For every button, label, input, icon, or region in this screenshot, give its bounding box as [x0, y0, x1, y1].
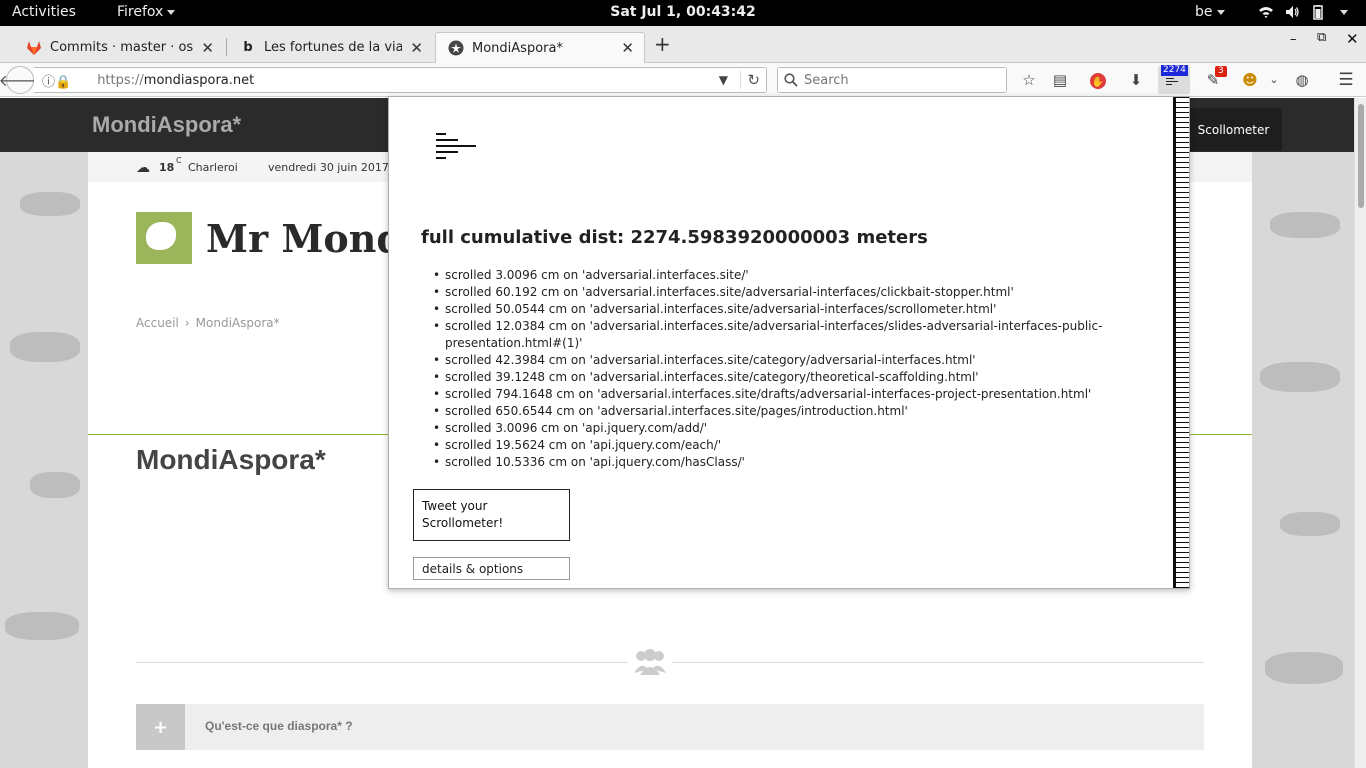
tab-mondiaspora[interactable]: MondiAspora* ✕ — [435, 32, 645, 63]
tab-strip: Commits · master · osp / ✕ b Les fortune… — [0, 26, 1366, 63]
chevron-down-icon — [1216, 9, 1225, 15]
breadcrumb-current: MondiAspora* — [195, 316, 280, 330]
tab-title: Les fortunes de la viande — [264, 40, 403, 55]
hamburger-menu-icon[interactable]: ☰ — [1336, 71, 1356, 91]
list-item: scrolled 10.5336 cm on 'api.jquery.com/h… — [433, 454, 1113, 469]
cumulative-distance-title: full cumulative dist: 2274.5983920000003… — [421, 227, 928, 248]
faq-question[interactable]: Qu'est-ce que diaspora* ? — [205, 719, 353, 733]
site-info-icon[interactable]: ⓘ🔒 — [42, 71, 71, 90]
scrollbar-thumb[interactable] — [1358, 104, 1364, 208]
tab-title: Commits · master · osp / — [50, 40, 194, 55]
app-menu[interactable]: Firefox — [117, 4, 176, 20]
keyboard-layout-menu[interactable]: be — [1195, 4, 1225, 20]
scrollometer-logo-icon — [436, 133, 480, 163]
breadcrumb: Accueil › MondiAspora* — [136, 316, 280, 330]
reload-icon[interactable]: ↻ — [740, 71, 760, 89]
search-input[interactable] — [804, 72, 994, 88]
diaspora-icon — [448, 40, 464, 56]
url-bar[interactable]: ⓘ🔒 https://mondiaspora.net ▼ ↻ — [34, 67, 767, 93]
search-icon — [784, 73, 798, 87]
wifi-icon — [1259, 7, 1273, 18]
logo-mark — [136, 212, 192, 264]
navigation-toolbar: 🡐 ⓘ🔒 https://mondiaspora.net ▼ ↻ ☆ ▤ ✋ ⬇… — [0, 63, 1366, 97]
list-item: scrolled 39.1248 cm on 'adversarial.inte… — [433, 369, 1113, 386]
details-options-button[interactable]: details & options — [413, 557, 570, 580]
minimize-icon[interactable]: – — [1290, 32, 1297, 47]
close-tab-icon[interactable]: ✕ — [201, 39, 214, 57]
scrollometer-button[interactable]: 2274 — [1158, 65, 1190, 94]
gitlab-icon — [27, 40, 41, 55]
tab-separator — [226, 38, 227, 56]
page-scrollbar[interactable] — [1354, 98, 1366, 768]
tooltip: Scollometer — [1185, 108, 1282, 151]
scrollometer-badge: 2274 — [1161, 65, 1188, 76]
faq-accordion-item[interactable]: + Qu'est-ce que diaspora* ? — [136, 704, 1204, 750]
close-tab-icon[interactable]: ✕ — [621, 39, 634, 57]
clock[interactable]: Sat Jul 1, 00:43:42 — [0, 4, 1366, 20]
date-text: vendredi 30 juin 2017, 2 — [268, 161, 403, 174]
list-item: scrolled 60.192 cm on 'adversarial.inter… — [433, 284, 1113, 301]
activities-button[interactable]: Activities — [12, 4, 76, 20]
chevron-down-icon — [167, 9, 176, 15]
chevron-down-icon[interactable]: ⌄ — [1264, 71, 1284, 91]
privacy-badger-icon[interactable]: ◍ — [1292, 71, 1312, 91]
scrollometer-icon — [1166, 78, 1178, 87]
app-menu-label: Firefox — [117, 4, 164, 20]
list-item: scrolled 42.3984 cm on 'adversarial.inte… — [433, 352, 1113, 369]
url-dropdown-icon[interactable]: ▼ — [719, 73, 728, 87]
ruler-scale — [1173, 97, 1189, 588]
tab-title: MondiAspora* — [472, 40, 563, 56]
site-brand[interactable]: MondiAspora* — [92, 112, 241, 138]
back-button[interactable]: 🡐 — [0, 66, 41, 94]
scroll-history-list[interactable]: scrolled 3.0096 cm on 'adversarial.inter… — [433, 267, 1113, 469]
tab-gitlab-commits[interactable]: Commits · master · osp / ✕ — [14, 32, 224, 63]
cloud-icon: ☁ — [136, 160, 150, 176]
list-item: scrolled 794.1648 cm on 'adversarial.int… — [433, 386, 1113, 403]
bookmark-star-icon[interactable]: ☆ — [1019, 71, 1039, 91]
close-window-icon[interactable]: ✕ — [1346, 30, 1359, 48]
url-host: mondiaspora.net — [143, 72, 255, 88]
volume-icon — [1286, 6, 1299, 18]
weather-city: Charleroi — [188, 161, 238, 174]
adblock-icon[interactable]: ✋ — [1088, 71, 1108, 91]
download-icon[interactable]: ⬇ — [1126, 71, 1146, 91]
chevron-down-icon — [1340, 9, 1348, 15]
users-icon — [628, 642, 672, 682]
reading-list-icon[interactable]: ▤ — [1050, 71, 1070, 91]
system-top-bar: Activities Firefox Sat Jul 1, 00:43:42 b… — [0, 0, 1366, 26]
weather-unit: C — [176, 156, 182, 165]
list-item: scrolled 3.0096 cm on 'api.jquery.com/ad… — [433, 420, 1113, 437]
svg-text:✋: ✋ — [1092, 75, 1104, 88]
breadcrumb-separator: › — [184, 316, 190, 330]
keyboard-layout-label: be — [1195, 4, 1213, 20]
notification-badge: 3 — [1215, 66, 1227, 77]
battery-icon — [1313, 5, 1323, 20]
list-item: scrolled 12.0384 cm on 'adversarial.inte… — [433, 318, 1113, 352]
list-item: scrolled 650.6544 cm on 'adversarial.int… — [433, 403, 1113, 420]
expand-plus-icon[interactable]: + — [136, 704, 185, 750]
tab-fortunes-viande[interactable]: b Les fortunes de la viande ✕ — [228, 32, 433, 63]
system-status-area[interactable] — [1258, 4, 1348, 20]
maximize-icon[interactable]: ⧉ — [1317, 30, 1326, 45]
new-tab-icon[interactable]: + — [654, 32, 671, 56]
close-tab-icon[interactable]: ✕ — [410, 39, 423, 57]
list-item: scrolled 3.0096 cm on 'adversarial.inter… — [433, 267, 1113, 284]
list-item: scrolled 19.5624 cm on 'api.jquery.com/e… — [433, 437, 1113, 454]
breadcrumb-home[interactable]: Accueil — [136, 316, 179, 330]
search-box[interactable] — [777, 67, 1007, 93]
greasemonkey-icon[interactable]: ☻ — [1240, 71, 1260, 91]
tab-favicon-b: b — [243, 40, 253, 55]
tweet-button[interactable]: Tweet your Scrollometer! — [413, 489, 570, 541]
weather-temp: 18 — [159, 161, 175, 174]
url-protocol: https:// — [97, 72, 144, 88]
list-item: scrolled 50.0544 cm on 'adversarial.inte… — [433, 301, 1113, 318]
page-title: MondiAspora* — [136, 444, 326, 475]
scrollometer-popup: full cumulative dist: 2274.5983920000003… — [388, 96, 1190, 589]
url-text: https://mondiaspora.net — [97, 73, 254, 88]
